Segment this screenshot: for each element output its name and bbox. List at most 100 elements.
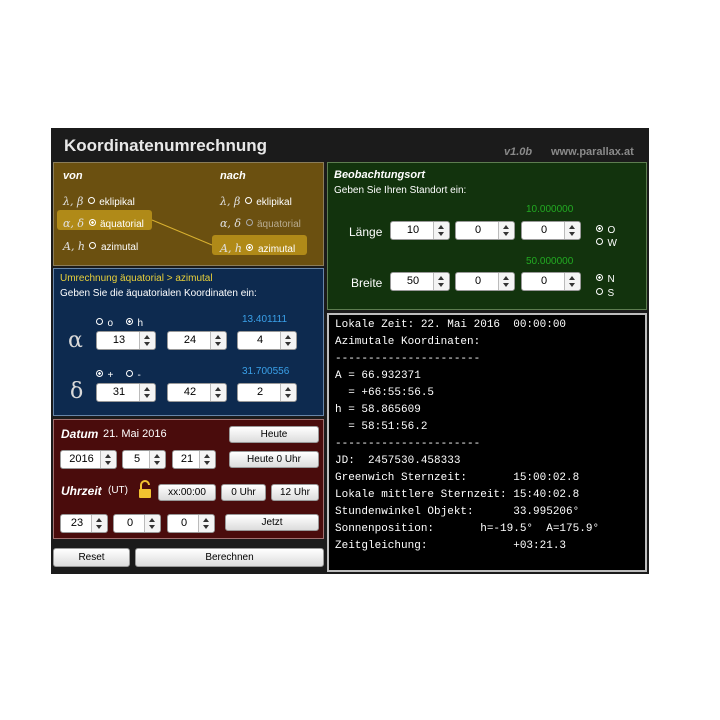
down-arrow-icon[interactable] xyxy=(144,342,150,346)
down-arrow-icon[interactable] xyxy=(154,461,160,465)
up-arrow-icon[interactable] xyxy=(438,225,444,229)
stepper-arrows[interactable] xyxy=(139,384,155,401)
value[interactable]: 31 xyxy=(97,386,141,398)
down-arrow-icon[interactable] xyxy=(144,394,150,398)
month-stepper[interactable]: 5 xyxy=(122,450,166,469)
down-arrow-icon[interactable] xyxy=(105,461,111,465)
0-uhr-button[interactable]: 0 Uhr xyxy=(221,484,266,501)
radio-icon[interactable] xyxy=(96,318,103,326)
value[interactable]: 2016 xyxy=(61,453,102,465)
stepper-arrows[interactable] xyxy=(210,384,226,401)
jetzt-button[interactable]: Jetzt xyxy=(225,514,319,531)
stepper-arrows[interactable] xyxy=(199,451,215,468)
value[interactable]: 0 xyxy=(522,275,566,287)
day-stepper[interactable]: 21 xyxy=(172,450,216,469)
down-arrow-icon[interactable] xyxy=(203,525,209,529)
breite-deg-stepper[interactable]: 50 xyxy=(390,272,450,291)
12-uhr-button[interactable]: 12 Uhr xyxy=(271,484,319,501)
up-arrow-icon[interactable] xyxy=(438,276,444,280)
radio-selected-icon[interactable] xyxy=(246,244,254,252)
stepper-arrows[interactable] xyxy=(498,222,514,239)
up-arrow-icon[interactable] xyxy=(569,225,575,229)
radio-selected-icon[interactable] xyxy=(126,318,133,326)
delta-sign-plus[interactable]: + xyxy=(96,365,113,383)
stepper-arrows[interactable] xyxy=(433,273,449,290)
stepper-arrows[interactable] xyxy=(210,332,226,349)
value[interactable]: 23 xyxy=(61,517,93,529)
berechnen-button[interactable]: Berechnen xyxy=(135,548,324,567)
laenge-sec-stepper[interactable]: 0 xyxy=(521,221,581,240)
down-arrow-icon[interactable] xyxy=(569,232,575,236)
value[interactable]: 0 xyxy=(456,224,500,236)
lock-open-icon[interactable] xyxy=(138,480,152,499)
nach-option-ekliptikal[interactable]: λ, β eklipikal xyxy=(220,192,292,210)
down-arrow-icon[interactable] xyxy=(569,283,575,287)
down-arrow-icon[interactable] xyxy=(96,525,102,529)
up-arrow-icon[interactable] xyxy=(503,225,509,229)
stepper-arrows[interactable] xyxy=(280,332,296,349)
stepper-arrows[interactable] xyxy=(91,515,107,532)
up-arrow-icon[interactable] xyxy=(96,518,102,522)
value[interactable]: 50 xyxy=(391,275,435,287)
von-option-aequatorial[interactable]: α, δ äquatorial xyxy=(63,214,144,232)
up-arrow-icon[interactable] xyxy=(154,454,160,458)
value[interactable]: 2 xyxy=(238,386,282,398)
breite-option-s[interactable]: S xyxy=(596,283,614,301)
laenge-min-stepper[interactable]: 0 xyxy=(455,221,515,240)
reset-button[interactable]: Reset xyxy=(53,548,130,567)
value[interactable]: 0 xyxy=(168,517,200,529)
radio-selected-icon[interactable] xyxy=(596,225,603,233)
radio-icon[interactable] xyxy=(126,370,133,378)
down-arrow-icon[interactable] xyxy=(215,342,221,346)
down-arrow-icon[interactable] xyxy=(285,394,291,398)
value[interactable]: 13 xyxy=(97,334,141,346)
up-arrow-icon[interactable] xyxy=(285,335,291,339)
down-arrow-icon[interactable] xyxy=(438,283,444,287)
up-arrow-icon[interactable] xyxy=(204,454,210,458)
second-stepper[interactable]: 0 xyxy=(167,514,215,533)
heute-0-uhr-button[interactable]: Heute 0 Uhr xyxy=(229,451,319,468)
stepper-arrows[interactable] xyxy=(433,222,449,239)
down-arrow-icon[interactable] xyxy=(149,525,155,529)
radio-selected-icon[interactable] xyxy=(88,219,96,227)
radio-selected-icon[interactable] xyxy=(596,274,603,282)
value[interactable]: 0 xyxy=(114,517,146,529)
alpha-m-stepper[interactable]: 24 xyxy=(167,331,227,350)
up-arrow-icon[interactable] xyxy=(215,335,221,339)
delta-min-stepper[interactable]: 42 xyxy=(167,383,227,402)
up-arrow-icon[interactable] xyxy=(105,454,111,458)
alpha-s-stepper[interactable]: 4 xyxy=(237,331,297,350)
delta-deg-stepper[interactable]: 31 xyxy=(96,383,156,402)
laenge-deg-stepper[interactable]: 10 xyxy=(390,221,450,240)
site-link[interactable]: www.parallax.at xyxy=(551,146,634,158)
alpha-unit-o[interactable]: o xyxy=(96,313,113,331)
value[interactable]: 10 xyxy=(391,224,435,236)
up-arrow-icon[interactable] xyxy=(203,518,209,522)
nach-option-azimutal[interactable]: A, h azimutal xyxy=(220,239,295,257)
von-option-ekliptikal[interactable]: λ, β eklipikal xyxy=(63,192,135,210)
stepper-arrows[interactable] xyxy=(280,384,296,401)
stepper-arrows[interactable] xyxy=(564,273,580,290)
up-arrow-icon[interactable] xyxy=(285,387,291,391)
value[interactable]: 42 xyxy=(168,386,212,398)
up-arrow-icon[interactable] xyxy=(215,387,221,391)
value[interactable]: 0 xyxy=(456,275,500,287)
hour-stepper[interactable]: 23 xyxy=(60,514,108,533)
alpha-unit-h[interactable]: h xyxy=(126,313,143,331)
delta-sec-stepper[interactable]: 2 xyxy=(237,383,297,402)
radio-icon[interactable] xyxy=(596,288,603,296)
delta-sign-minus[interactable]: - xyxy=(126,365,141,383)
up-arrow-icon[interactable] xyxy=(144,387,150,391)
stepper-arrows[interactable] xyxy=(144,515,160,532)
radio-icon[interactable] xyxy=(89,242,97,250)
radio-selected-icon[interactable] xyxy=(96,370,103,378)
heute-button[interactable]: Heute xyxy=(229,426,319,443)
alpha-h-stepper[interactable]: 13 xyxy=(96,331,156,350)
down-arrow-icon[interactable] xyxy=(438,232,444,236)
xx-button[interactable]: xx:00:00 xyxy=(158,484,216,501)
radio-icon[interactable] xyxy=(596,238,603,246)
down-arrow-icon[interactable] xyxy=(215,394,221,398)
value[interactable]: 21 xyxy=(173,453,201,465)
stepper-arrows[interactable] xyxy=(100,451,116,468)
value[interactable]: 0 xyxy=(522,224,566,236)
